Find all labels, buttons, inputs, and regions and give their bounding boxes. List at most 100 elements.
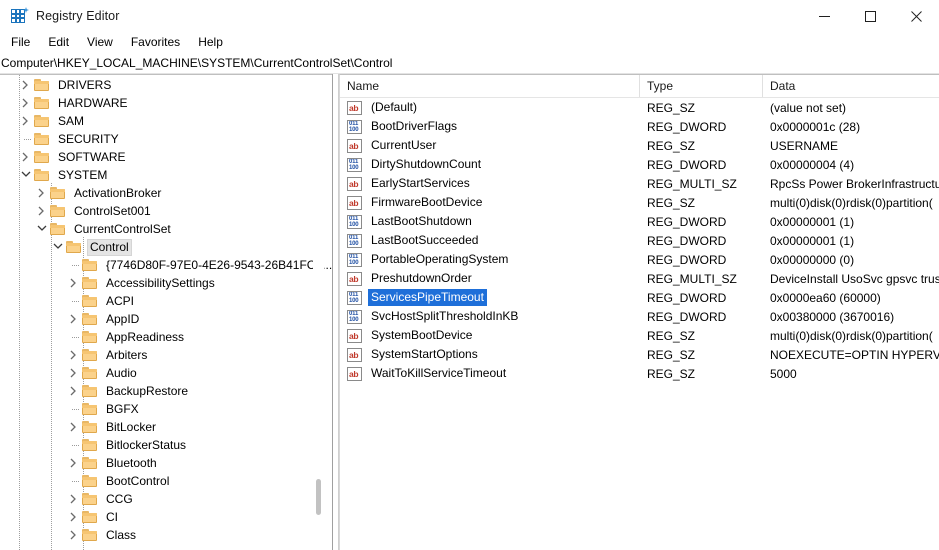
address-bar[interactable]: Computer\HKEY_LOCAL_MACHINE\SYSTEM\Curre…: [0, 53, 939, 74]
tree-item-sam[interactable]: SAM: [0, 112, 332, 130]
tree-item-accessibilitysettings[interactable]: AccessibilitySettings: [0, 274, 332, 292]
pane-splitter[interactable]: [332, 74, 339, 550]
column-header-type[interactable]: Type: [640, 75, 763, 97]
tree-item-appreadiness[interactable]: AppReadiness: [0, 328, 332, 346]
title-bar: Registry Editor: [0, 0, 939, 32]
value-row[interactable]: ab SystemBootDevice REG_SZ multi(0)disk(0)r…: [340, 326, 939, 345]
chevron-right-icon[interactable]: [64, 310, 82, 328]
tree-item-audio[interactable]: Audio: [0, 364, 332, 382]
value-row[interactable]: ab CurrentUser REG_SZ USERNAME: [340, 136, 939, 155]
tree-item-bitlockerstatus[interactable]: BitlockerStatus: [0, 436, 332, 454]
chevron-right-icon[interactable]: [16, 94, 34, 112]
value-name-label: SvcHostSplitThresholdInKB: [371, 309, 519, 323]
tree-item-label: Class: [106, 527, 137, 542]
tree-item-software[interactable]: SOFTWARE: [0, 148, 332, 166]
menu-favorites[interactable]: Favorites: [122, 34, 189, 51]
value-name-label: BootDriverFlags: [371, 119, 458, 133]
menu-help[interactable]: Help: [189, 34, 232, 51]
value-name-cell: 011 100 ServicesPipeTimeout: [340, 289, 640, 306]
value-type-cell: REG_SZ: [647, 328, 696, 343]
column-header-name[interactable]: Name: [340, 75, 640, 97]
tree-item-activationbroker[interactable]: ActivationBroker: [0, 184, 332, 202]
value-data-cell: 0x00000001 (1): [770, 214, 855, 229]
tree-item-label: BackupRestore: [106, 383, 189, 398]
value-row[interactable]: 011 100 LastBootSucceeded REG_DWORD 0x000000…: [340, 231, 939, 250]
value-row[interactable]: ab SystemStartOptions REG_SZ NOEXECUTE=OPT…: [340, 345, 939, 364]
minimize-button[interactable]: [801, 0, 847, 32]
chevron-right-icon[interactable]: [64, 382, 82, 400]
string-value-icon: ab: [347, 328, 362, 343]
tree-item-label: Arbiters: [106, 347, 148, 362]
tree-item-drivers[interactable]: DRIVERS: [0, 76, 332, 94]
chevron-down-icon[interactable]: [16, 166, 34, 184]
chevron-right-icon[interactable]: [16, 112, 34, 130]
value-name-cell: ab (Default): [340, 99, 640, 116]
tree-item-acpi[interactable]: ACPI: [0, 292, 332, 310]
tree-item-label: Audio: [106, 365, 137, 380]
value-name-label: PortableOperatingSystem: [371, 252, 509, 266]
chevron-right-icon[interactable]: [64, 508, 82, 526]
chevron-right-icon[interactable]: [64, 490, 82, 508]
tree-item-controlset001[interactable]: ControlSet001: [0, 202, 332, 220]
chevron-right-icon[interactable]: [32, 184, 50, 202]
tree-item-bitlocker[interactable]: BitLocker: [0, 418, 332, 436]
value-row[interactable]: 011 100 LastBootShutdown REG_DWORD 0x0000000…: [340, 212, 939, 231]
tree-item-7746d80f-97e0-4e26-9543-26b41fc2[interactable]: {7746D80F-97E0-4E26-9543-26B41FC2...: [0, 256, 332, 274]
folder-icon: [82, 348, 98, 362]
tree-item-class[interactable]: Class: [0, 526, 332, 544]
value-row[interactable]: ab PreshutdownOrder REG_MULTI_SZ DeviceInst…: [340, 269, 939, 288]
value-row[interactable]: 011 100 PortableOperatingSystem REG_DWORD 0x…: [340, 250, 939, 269]
tree-item-hardware[interactable]: HARDWARE: [0, 94, 332, 112]
value-row[interactable]: ab EarlyStartServices REG_MULTI_SZ RpcSs Po…: [340, 174, 939, 193]
tree-item-label: SOFTWARE: [58, 149, 126, 164]
tree-item-currentcontrolset[interactable]: CurrentControlSet: [0, 220, 332, 238]
value-row[interactable]: ab (Default) REG_SZ (value not set): [340, 98, 939, 117]
tree-scrollbar-thumb[interactable]: [316, 479, 321, 515]
dword-value-icon: 011 100: [347, 214, 362, 229]
menu-view[interactable]: View: [78, 34, 122, 51]
tree-item-bgfx[interactable]: BGFX: [0, 400, 332, 418]
close-button[interactable]: [893, 0, 939, 32]
chevron-right-icon[interactable]: [64, 418, 82, 436]
chevron-right-icon[interactable]: [16, 148, 34, 166]
tree-item-bootcontrol[interactable]: BootControl: [0, 472, 332, 490]
tree-item-arbiters[interactable]: Arbiters: [0, 346, 332, 364]
tree-item-label: ControlSet001: [74, 203, 151, 218]
chevron-right-icon[interactable]: [64, 364, 82, 382]
value-row[interactable]: 011 100 SvcHostSplitThresholdInKB REG_DWORD…: [340, 307, 939, 326]
value-row[interactable]: ab WaitToKillServiceTimeout REG_SZ 5000: [340, 364, 939, 383]
chevron-right-icon[interactable]: [16, 76, 34, 94]
tree-item-backuprestore[interactable]: BackupRestore: [0, 382, 332, 400]
maximize-button[interactable]: [847, 0, 893, 32]
tree-scrollbar[interactable]: [313, 75, 324, 550]
tree-guide-stub: [64, 400, 82, 418]
dword-value-icon: 011 100: [347, 252, 362, 267]
tree-item-label: BGFX: [106, 401, 139, 416]
tree-item-control[interactable]: Control: [0, 238, 332, 256]
tree-item-ccg[interactable]: CCG: [0, 490, 332, 508]
column-header-data[interactable]: Data: [763, 75, 939, 97]
chevron-down-icon[interactable]: [32, 220, 50, 238]
chevron-right-icon[interactable]: [64, 454, 82, 472]
menu-edit[interactable]: Edit: [39, 34, 78, 51]
chevron-right-icon[interactable]: [64, 526, 82, 544]
tree-item-label: CurrentControlSet: [74, 221, 171, 236]
value-row[interactable]: ab FirmwareBootDevice REG_SZ multi(0)disk(0…: [340, 193, 939, 212]
value-type-cell: REG_DWORD: [647, 290, 727, 305]
value-row[interactable]: 011 100 ServicesPipeTimeout REG_DWORD 0x0000…: [340, 288, 939, 307]
tree-item-security[interactable]: SECURITY: [0, 130, 332, 148]
folder-icon: [82, 510, 98, 524]
chevron-down-icon[interactable]: [48, 238, 66, 256]
value-row[interactable]: 011 100 BootDriverFlags REG_DWORD 0x0000001c…: [340, 117, 939, 136]
chevron-right-icon[interactable]: [64, 274, 82, 292]
tree-item-bluetooth[interactable]: Bluetooth: [0, 454, 332, 472]
tree-item-appid[interactable]: AppID: [0, 310, 332, 328]
value-row[interactable]: 011 100 DirtyShutdownCount REG_DWORD 0x00000…: [340, 155, 939, 174]
chevron-right-icon[interactable]: [32, 202, 50, 220]
tree-item-system[interactable]: SYSTEM: [0, 166, 332, 184]
menu-file[interactable]: File: [2, 34, 39, 51]
folder-icon: [82, 384, 98, 398]
chevron-right-icon[interactable]: [64, 346, 82, 364]
value-type-cell: REG_MULTI_SZ: [647, 176, 737, 191]
tree-item-ci[interactable]: CI: [0, 508, 332, 526]
